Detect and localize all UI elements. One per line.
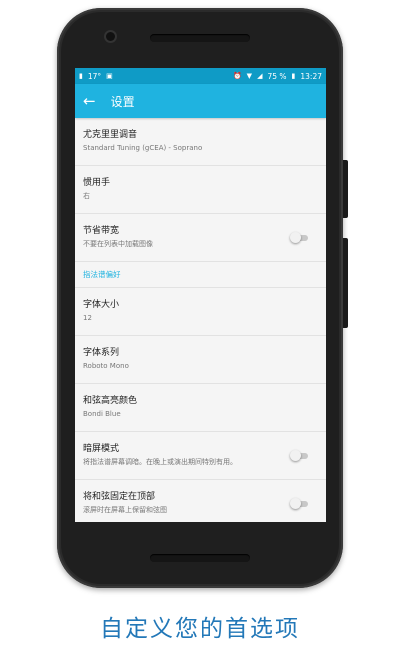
image-icon: ▣ bbox=[106, 71, 113, 80]
wifi-icon: ▼ bbox=[246, 71, 253, 80]
setting-subtitle: Roboto Mono bbox=[83, 362, 129, 370]
toggle-thumb bbox=[290, 231, 301, 243]
power-button bbox=[343, 160, 348, 218]
dark-mode-toggle[interactable] bbox=[290, 449, 308, 461]
setting-subtitle: 滚屏时在屏幕上保留和弦图 bbox=[83, 506, 167, 514]
setting-title: 字体系列 bbox=[83, 348, 120, 358]
setting-subtitle: 12 bbox=[83, 314, 92, 322]
earpiece-speaker bbox=[150, 34, 250, 42]
signal-icon: ◢ bbox=[257, 71, 263, 80]
pin-chords-toggle[interactable] bbox=[290, 497, 308, 509]
bottom-speaker bbox=[150, 554, 250, 562]
app-bar: ← 设置 bbox=[75, 84, 326, 118]
setting-ukulele-tuning[interactable]: 尤克里里调音 Standard Tuning (gCEA) - Soprano bbox=[75, 118, 326, 166]
temperature: 17° bbox=[87, 71, 102, 81]
setting-title: 惯用手 bbox=[83, 178, 111, 188]
phone-screen: ▮ 17° ▣ ⏰ ▼ ◢ 75 % ▮ 13:27 ← 设置 尤克里里调音 S… bbox=[75, 68, 326, 522]
setting-save-bandwidth[interactable]: 节省带宽 不要在列表中加载图像 bbox=[75, 214, 326, 262]
setting-font-family[interactable]: 字体系列 Roboto Mono bbox=[75, 336, 326, 384]
battery-icon: ▮ bbox=[291, 71, 296, 80]
toggle-thumb bbox=[290, 449, 301, 461]
alarm-icon: ⏰ bbox=[232, 71, 242, 80]
toggle-thumb bbox=[290, 497, 301, 509]
setting-title: 节省带宽 bbox=[83, 226, 120, 236]
setting-subtitle: Bondi Blue bbox=[83, 410, 121, 418]
setting-subtitle: 不要在列表中加载图像 bbox=[83, 240, 153, 248]
setting-title: 将和弦固定在顶部 bbox=[83, 492, 156, 502]
setting-subtitle: 右 bbox=[83, 192, 90, 200]
setting-pin-chords-top[interactable]: 将和弦固定在顶部 滚屏时在屏幕上保留和弦图 bbox=[75, 480, 326, 522]
setting-subtitle: 将指法谱屏幕调暗。在晚上或演出期间特别有用。 bbox=[83, 458, 237, 466]
status-bar: ▮ 17° ▣ ⏰ ▼ ◢ 75 % ▮ 13:27 bbox=[75, 68, 326, 84]
setting-title: 尤克里里调音 bbox=[83, 130, 138, 140]
clock: 13:27 bbox=[300, 71, 322, 81]
notification-icon: ▮ bbox=[79, 71, 83, 80]
setting-handedness[interactable]: 惯用手 右 bbox=[75, 166, 326, 214]
arrow-back-icon[interactable]: ← bbox=[83, 93, 96, 109]
setting-subtitle: Standard Tuning (gCEA) - Soprano bbox=[83, 144, 203, 152]
setting-title: 字体大小 bbox=[83, 300, 120, 310]
front-camera bbox=[106, 32, 115, 41]
setting-dark-mode[interactable]: 暗屏模式 将指法谱屏幕调暗。在晚上或演出期间特别有用。 bbox=[75, 432, 326, 480]
setting-title: 和弦高亮颜色 bbox=[83, 396, 138, 406]
section-header-tab-preferences: 指法谱偏好 bbox=[75, 262, 326, 288]
setting-chord-highlight-color[interactable]: 和弦高亮颜色 Bondi Blue bbox=[75, 384, 326, 432]
page-title: 设置 bbox=[110, 94, 135, 109]
setting-font-size[interactable]: 字体大小 12 bbox=[75, 288, 326, 336]
battery-percent: 75 % bbox=[267, 71, 287, 81]
save-bandwidth-toggle[interactable] bbox=[290, 231, 308, 243]
setting-title: 暗屏模式 bbox=[83, 444, 120, 454]
promo-caption: 自定义您的首选项 bbox=[100, 616, 300, 642]
volume-button bbox=[343, 238, 348, 328]
